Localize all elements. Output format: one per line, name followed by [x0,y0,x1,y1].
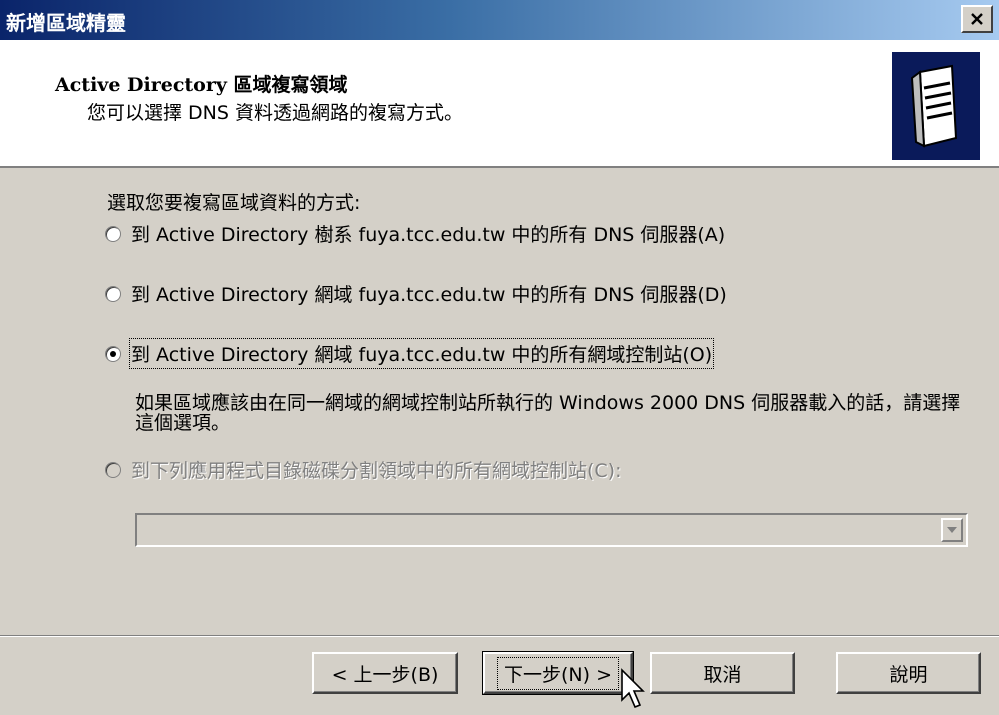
radio-button-selected[interactable] [105,345,121,362]
radio-button[interactable] [105,285,121,302]
replication-prompt: 選取您要複寫區域資料的方式: [107,192,361,214]
next-button[interactable]: 下一步(N) > [482,651,634,695]
option-note: 如果區域應該由在同一網域的網域控制站所執行的 Windows 2000 DNS … [135,392,961,434]
option-domain-controllers[interactable]: 到 Active Directory 網域 fuya.tcc.edu.tw 中的… [105,338,715,369]
cancel-button[interactable]: 取消 [650,652,795,694]
help-button[interactable]: 說明 [836,652,981,694]
option-app-partition: 到下列應用程式目錄磁碟分割領域中的所有網域控制站(C): [105,456,622,483]
option-label: 到 Active Directory 網域 fuya.tcc.edu.tw 中的… [131,284,727,306]
title-bar[interactable]: 新增區域精靈 [0,0,999,40]
option-domain-dns[interactable]: 到 Active Directory 網域 fuya.tcc.edu.tw 中的… [105,280,727,307]
back-button[interactable]: < 上一步(B) [312,652,458,694]
combo-dropdown-button [941,518,963,542]
radio-dot [110,350,116,357]
page-subtitle: 您可以選擇 DNS 資料透過網路的複寫方式。 [87,102,463,124]
option-label: 到下列應用程式目錄磁碟分割領域中的所有網域控制站(C): [131,460,622,482]
radio-button[interactable] [105,225,121,242]
server-icon [892,52,980,160]
option-forest-dns[interactable]: 到 Active Directory 樹系 fuya.tcc.edu.tw 中的… [105,220,725,247]
wizard-window: 新增區域精靈 Active Directory 區域複寫領域 您可以選擇 DNS… [0,0,999,715]
page-title: Active Directory 區域複寫領域 [55,74,348,96]
divider [0,636,999,637]
next-button-label: 下一步(N) > [497,656,619,690]
wizard-header: Active Directory 區域複寫領域 您可以選擇 DNS 資料透過網路… [0,40,999,168]
mouse-pointer-icon [621,668,645,709]
partition-combobox [135,513,968,547]
option-label: 到 Active Directory 樹系 fuya.tcc.edu.tw 中的… [131,224,726,246]
chevron-down-icon [947,527,957,533]
close-icon [971,13,983,25]
radio-button-disabled [105,461,121,478]
wizard-content: 選取您要複寫區域資料的方式: 到 Active Directory 樹系 fuy… [0,168,999,646]
option-label: 到 Active Directory 網域 fuya.tcc.edu.tw 中的… [128,338,715,369]
window-title: 新增區域精靈 [6,11,126,35]
close-button[interactable] [961,5,993,33]
